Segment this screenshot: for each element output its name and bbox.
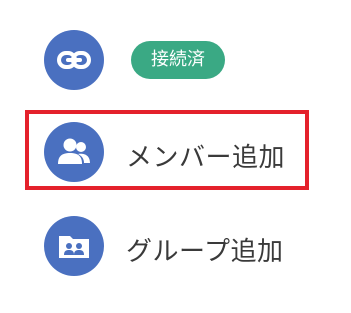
link-icon[interactable] bbox=[44, 30, 104, 90]
group-folder-icon bbox=[44, 216, 104, 276]
add-group-label: グループ追加 bbox=[126, 237, 284, 267]
connection-status-badge: 接続済 bbox=[131, 41, 225, 79]
add-group-item[interactable]: グループ追加 bbox=[0, 206, 351, 286]
add-member-label: メンバー追加 bbox=[126, 143, 286, 173]
people-icon bbox=[44, 122, 104, 182]
connection-row: 接続済 bbox=[0, 20, 351, 100]
add-member-item[interactable]: メンバー追加 bbox=[0, 112, 351, 192]
